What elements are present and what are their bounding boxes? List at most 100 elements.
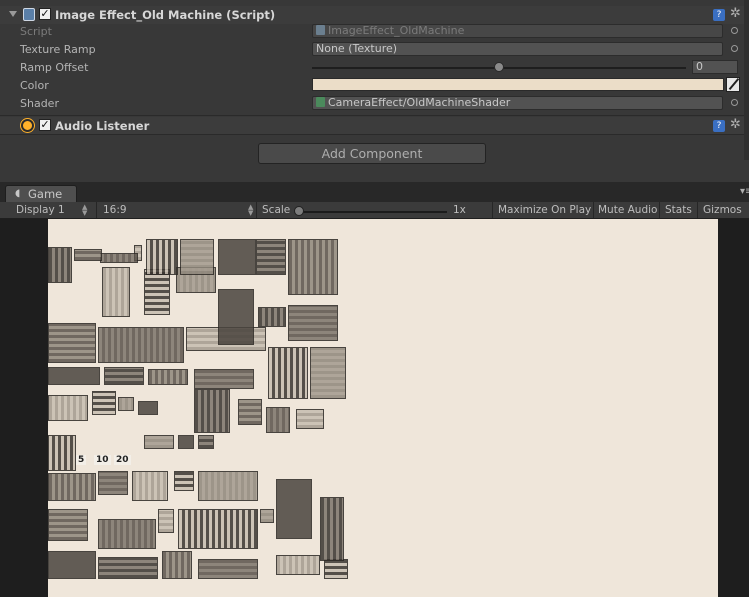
sprite-tile xyxy=(48,435,76,471)
toolbar-separator xyxy=(593,202,594,218)
furniture-tileset-sprite: 5 10 20 xyxy=(48,239,348,579)
inspector-panel: ✓ Image Effect_Old Machine (Script) ? ✲ … xyxy=(0,0,749,182)
sprite-tile xyxy=(324,559,348,579)
stats-toggle[interactable]: Stats xyxy=(665,204,692,216)
sprite-tile xyxy=(48,323,96,363)
sprite-tile xyxy=(98,471,128,495)
old-machine-component-header[interactable]: ✓ Image Effect_Old Machine (Script) ? ✲ xyxy=(0,6,749,24)
sprite-tile xyxy=(198,559,258,579)
sprite-tile xyxy=(144,269,170,315)
shader-field[interactable]: CameraEffect/OldMachineShader xyxy=(312,96,723,110)
sprite-tile xyxy=(92,391,116,415)
toolbar-separator xyxy=(659,202,660,218)
sprite-label-5: 5 xyxy=(76,455,87,465)
aspect-dropdown-arrows-icon[interactable]: ▲ ▼ xyxy=(248,204,253,217)
audio-listener-component-header[interactable]: ✓ Audio Listener ? ✲ xyxy=(0,117,749,135)
color-label: Color xyxy=(20,79,49,92)
texture-ramp-row: Texture Ramp None (Texture) xyxy=(0,41,749,59)
old-machine-enabled-checkbox[interactable]: ✓ xyxy=(39,8,51,20)
aspect-dropdown[interactable]: 16:9 xyxy=(103,204,127,216)
game-tab-bar: ◖ Game ▾≡ xyxy=(0,182,749,202)
color-swatch-field[interactable] xyxy=(312,78,724,91)
sprite-tile xyxy=(118,397,134,411)
texture-ramp-picker-icon[interactable] xyxy=(731,45,738,52)
sprite-tile xyxy=(238,399,262,425)
audio-listener-title: Audio Listener xyxy=(55,119,150,133)
sprite-tile xyxy=(268,347,308,399)
sprite-tile xyxy=(138,401,158,415)
sprite-tile xyxy=(288,305,338,341)
sprite-tile xyxy=(320,497,344,561)
foldout-arrow-icon[interactable] xyxy=(9,11,17,17)
sprite-tile xyxy=(98,519,156,549)
toolbar-separator xyxy=(492,202,493,218)
sprite-tile xyxy=(144,435,174,449)
sprite-tile xyxy=(100,253,138,263)
sprite-tile xyxy=(102,267,130,317)
sprite-tile xyxy=(266,407,290,433)
gizmos-dropdown[interactable]: Gizmos xyxy=(703,204,742,216)
scale-slider-thumb[interactable] xyxy=(294,206,304,216)
component-divider-2 xyxy=(0,134,749,135)
sprite-tile xyxy=(194,389,230,433)
ramp-offset-label: Ramp Offset xyxy=(20,61,89,74)
script-icon xyxy=(23,8,35,21)
shader-value: CameraEffect/OldMachineShader xyxy=(328,96,511,109)
sprite-tile xyxy=(148,369,188,385)
script-row: Script ImageEffect_OldMachine xyxy=(0,23,749,41)
pac-icon: ◖ xyxy=(15,188,21,199)
audio-listener-help-icon[interactable]: ? xyxy=(713,120,725,132)
ramp-offset-slider-thumb[interactable] xyxy=(494,62,504,72)
sprite-tile xyxy=(146,239,178,275)
audio-listener-gear-icon[interactable]: ✲ xyxy=(730,118,741,132)
script-value: ImageEffect_OldMachine xyxy=(328,24,465,37)
toolbar-separator xyxy=(697,202,698,218)
mute-audio-toggle[interactable]: Mute Audio xyxy=(598,204,657,216)
shader-picker-icon[interactable] xyxy=(731,99,738,106)
sprite-tile xyxy=(48,473,96,501)
scale-value: 1x xyxy=(453,204,466,216)
tab-menu-icon[interactable]: ▾≡ xyxy=(740,186,749,197)
sprite-tile xyxy=(178,509,258,549)
maximize-on-play-toggle[interactable]: Maximize On Play xyxy=(498,204,591,216)
sprite-tile xyxy=(288,239,338,295)
sprite-tile xyxy=(74,249,102,261)
sprite-tile xyxy=(198,471,258,501)
audio-listener-enabled-checkbox[interactable]: ✓ xyxy=(39,119,51,131)
sprite-tile xyxy=(198,435,214,449)
sprite-tile xyxy=(260,509,274,523)
game-toolbar: Display 1 ▲ ▼ 16:9 ▲ ▼ Scale 1x Maximize O… xyxy=(0,202,749,219)
add-component-button[interactable]: Add Component xyxy=(258,143,486,164)
eyedropper-icon[interactable] xyxy=(726,77,740,92)
ramp-offset-row: Ramp Offset 0 xyxy=(0,59,749,77)
sprite-tile xyxy=(310,347,346,399)
sprite-tile xyxy=(276,555,320,575)
sprite-tile xyxy=(296,409,324,429)
sprite-tile xyxy=(258,307,286,327)
texture-ramp-field[interactable]: None (Texture) xyxy=(312,42,723,56)
sprite-tile xyxy=(98,327,184,363)
ramp-offset-value-field[interactable]: 0 xyxy=(692,60,738,74)
script-picker-icon xyxy=(731,27,738,34)
script-label: Script xyxy=(20,25,52,38)
sprite-tile xyxy=(174,471,194,491)
component-divider xyxy=(0,115,749,116)
sprite-tile xyxy=(180,239,214,275)
tab-game[interactable]: ◖ Game xyxy=(5,185,77,202)
display-dropdown-arrows-icon[interactable]: ▲ ▼ xyxy=(82,204,87,217)
scale-label: Scale xyxy=(262,204,291,216)
scale-slider-track[interactable] xyxy=(299,211,447,213)
game-view[interactable]: 5 10 20 xyxy=(0,219,749,597)
help-icon[interactable]: ? xyxy=(713,9,725,21)
inspector-scrollbar[interactable] xyxy=(744,0,749,160)
gear-icon[interactable]: ✲ xyxy=(730,7,741,21)
sprite-tile xyxy=(218,239,256,275)
sprite-tile xyxy=(48,551,96,579)
texture-ramp-label: Texture Ramp xyxy=(20,43,96,56)
color-row: Color xyxy=(0,77,749,95)
display-dropdown[interactable]: Display 1 xyxy=(16,204,65,216)
shader-label: Shader xyxy=(20,97,59,110)
sprite-tile xyxy=(48,395,88,421)
shader-row: Shader CameraEffect/OldMachineShader xyxy=(0,95,749,113)
sprite-tile xyxy=(194,369,254,389)
